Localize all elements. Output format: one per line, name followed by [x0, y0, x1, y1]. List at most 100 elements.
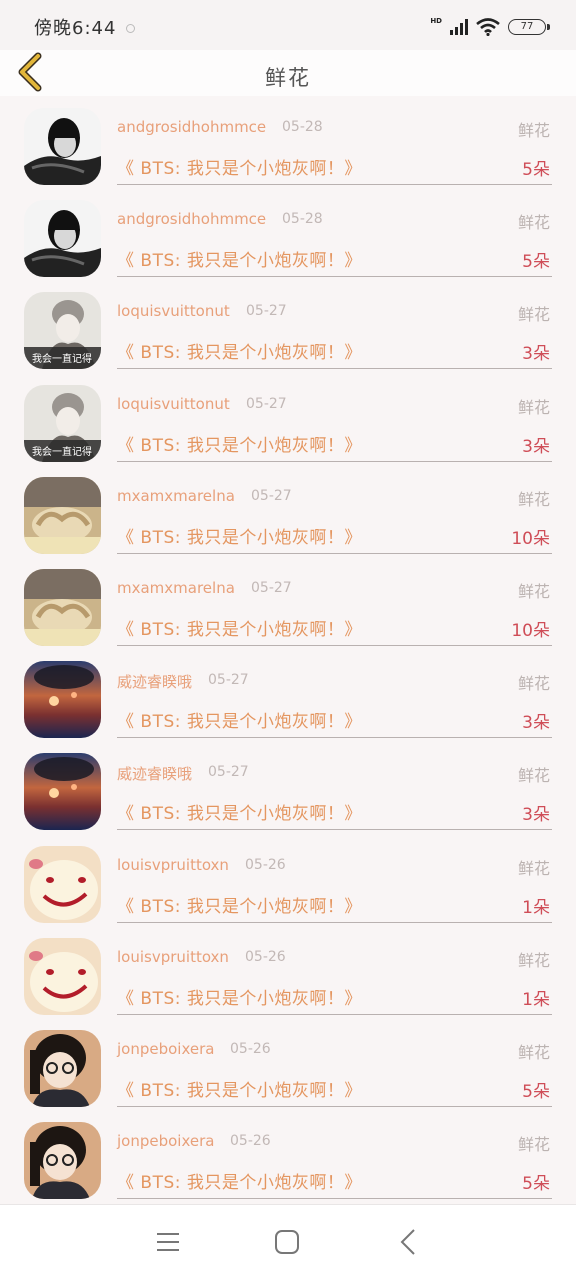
flower-count: 5朵 — [522, 1174, 550, 1195]
book-title-link[interactable]: 《 BTS: 我只是个小炮灰啊！》 — [117, 431, 362, 456]
avatar[interactable] — [24, 937, 101, 1015]
divider — [117, 368, 552, 370]
list-item[interactable]: jonpeboixera 05-26 鲜花《 BTS: 我只是个小炮灰啊！》 5朵 — [0, 1110, 576, 1202]
avatar[interactable] — [24, 661, 101, 739]
list-item[interactable]: louisvpruittoxn 05-26 鲜花《 BTS: 我只是个小炮灰啊！》 1… — [0, 926, 576, 1018]
back-icon — [400, 1229, 415, 1255]
divider — [117, 737, 552, 739]
list-item[interactable]: andgrosidhohmmce 05-28 鲜花《 BTS: 我只是个小炮灰啊！》… — [0, 96, 576, 188]
flower-count: 10朵 — [511, 528, 550, 549]
gift-type: 鲜花 — [517, 581, 550, 601]
flower-count: 5朵 — [522, 1081, 550, 1102]
wifi-icon — [476, 18, 500, 36]
avatar[interactable]: 我会一直记得 — [24, 292, 101, 370]
gift-type: 鲜花 — [517, 489, 550, 509]
gift-type: 鲜花 — [517, 674, 550, 694]
user-name[interactable]: jonpeboixera — [117, 1132, 214, 1150]
flower-count: 3朵 — [522, 805, 550, 826]
book-title-link[interactable]: 《 BTS: 我只是个小炮灰啊！》 — [117, 1168, 362, 1193]
avatar[interactable] — [24, 1029, 101, 1107]
item-date: 05-26 — [230, 1040, 271, 1057]
gift-type: 鲜花 — [517, 1135, 550, 1155]
list-item[interactable]: mxamxmarelna 05-27 鲜花《 BTS: 我只是个小炮灰啊！》 10朵 — [0, 465, 576, 557]
flower-count: 1朵 — [522, 989, 550, 1010]
book-title-link[interactable]: 《 BTS: 我只是个小炮灰啊！》 — [117, 338, 362, 363]
divider — [117, 552, 552, 554]
book-title-link[interactable]: 《 BTS: 我只是个小炮灰啊！》 — [117, 1076, 362, 1101]
avatar[interactable] — [24, 108, 101, 185]
avatar[interactable] — [24, 476, 101, 554]
gift-type: 鲜花 — [517, 213, 550, 233]
header: 鲜花 — [0, 50, 576, 96]
status-icons: HD 77 — [430, 16, 550, 38]
list-item[interactable]: 威迹睿睽哦 05-27 鲜花《 BTS: 我只是个小炮灰啊！》 3朵 — [0, 741, 576, 833]
flower-count: 10朵 — [511, 620, 550, 641]
user-name[interactable]: jonpeboixera — [117, 1040, 214, 1058]
flower-count: 3朵 — [522, 436, 550, 457]
book-title-link[interactable]: 《 BTS: 我只是个小炮灰啊！》 — [117, 984, 362, 1009]
item-date: 05-27 — [251, 487, 292, 504]
avatar[interactable] — [24, 753, 101, 831]
divider — [117, 1105, 552, 1107]
list-item[interactable]: jonpeboixera 05-26 鲜花《 BTS: 我只是个小炮灰啊！》 5朵 — [0, 1018, 576, 1110]
item-date: 05-27 — [246, 395, 287, 412]
divider — [117, 460, 552, 462]
home-button[interactable] — [272, 1227, 302, 1257]
status-bar: 傍晚6:44 HD 77 — [0, 0, 576, 50]
avatar[interactable] — [24, 845, 101, 923]
nav-back-button[interactable] — [394, 1227, 424, 1257]
hd-label: HD — [430, 17, 442, 25]
divider — [117, 921, 552, 923]
flower-count: 3朵 — [522, 713, 550, 734]
user-name[interactable]: louisvpruittoxn — [117, 948, 229, 966]
divider — [117, 1013, 552, 1015]
item-date: 05-27 — [208, 764, 249, 781]
gift-list: andgrosidhohmmce 05-28 鲜花《 BTS: 我只是个小炮灰啊！》… — [0, 96, 576, 1202]
list-item[interactable]: andgrosidhohmmce 05-28 鲜花《 BTS: 我只是个小炮灰啊！》… — [0, 188, 576, 280]
avatar[interactable] — [24, 1122, 101, 1200]
user-name[interactable]: 威迹睿睽哦 — [117, 763, 192, 784]
item-date: 05-26 — [245, 856, 286, 873]
user-name[interactable]: 威迹睿睽哦 — [117, 671, 192, 692]
user-name[interactable]: mxamxmarelna — [117, 579, 235, 597]
gift-type: 鲜花 — [517, 397, 550, 417]
battery-icon: 77 — [508, 19, 550, 35]
user-name[interactable]: mxamxmarelna — [117, 487, 235, 505]
item-date: 05-26 — [230, 1133, 271, 1150]
flower-count: 3朵 — [522, 344, 550, 365]
user-name[interactable]: andgrosidhohmmce — [117, 210, 266, 228]
list-item[interactable]: mxamxmarelna 05-27 鲜花《 BTS: 我只是个小炮灰啊！》 10朵 — [0, 557, 576, 649]
list-item[interactable]: 我会一直记得 loquisvuittonut 05-27 鲜花《 BTS: 我只是个… — [0, 280, 576, 372]
book-title-link[interactable]: 《 BTS: 我只是个小炮灰啊！》 — [117, 154, 362, 179]
list-item[interactable]: 威迹睿睽哦 05-27 鲜花《 BTS: 我只是个小炮灰啊！》 3朵 — [0, 649, 576, 741]
gift-type: 鲜花 — [517, 305, 550, 325]
book-title-link[interactable]: 《 BTS: 我只是个小炮灰啊！》 — [117, 523, 362, 548]
divider — [117, 276, 552, 278]
menu-button[interactable] — [153, 1227, 183, 1257]
list-item[interactable]: 我会一直记得 loquisvuittonut 05-27 鲜花《 BTS: 我只是个… — [0, 373, 576, 465]
user-name[interactable]: loquisvuittonut — [117, 395, 230, 413]
list-item[interactable]: louisvpruittoxn 05-26 鲜花《 BTS: 我只是个小炮灰啊！》 1… — [0, 834, 576, 926]
book-title-link[interactable]: 《 BTS: 我只是个小炮灰啊！》 — [117, 892, 362, 917]
divider — [117, 644, 552, 646]
avatar[interactable] — [24, 568, 101, 646]
divider — [117, 1198, 552, 1200]
page-title: 鲜花 — [265, 66, 311, 90]
status-time: 傍晚6:44 — [34, 18, 117, 39]
book-title-link[interactable]: 《 BTS: 我只是个小炮灰啊！》 — [117, 799, 362, 824]
flower-count: 5朵 — [522, 252, 550, 273]
user-name[interactable]: andgrosidhohmmce — [117, 118, 266, 136]
book-title-link[interactable]: 《 BTS: 我只是个小炮灰啊！》 — [117, 707, 362, 732]
signal-icon — [450, 19, 468, 35]
book-title-link[interactable]: 《 BTS: 我只是个小炮灰啊！》 — [117, 246, 362, 271]
user-name[interactable]: louisvpruittoxn — [117, 856, 229, 874]
divider — [117, 184, 552, 185]
avatar-caption: 我会一直记得 — [32, 352, 92, 365]
item-date: 05-27 — [251, 579, 292, 596]
user-name[interactable]: loquisvuittonut — [117, 302, 230, 320]
flower-count: 1朵 — [522, 897, 550, 918]
avatar[interactable] — [24, 200, 101, 278]
avatar[interactable]: 我会一直记得 — [24, 384, 101, 462]
gift-type: 鲜花 — [517, 766, 550, 786]
book-title-link[interactable]: 《 BTS: 我只是个小炮灰啊！》 — [117, 615, 362, 640]
